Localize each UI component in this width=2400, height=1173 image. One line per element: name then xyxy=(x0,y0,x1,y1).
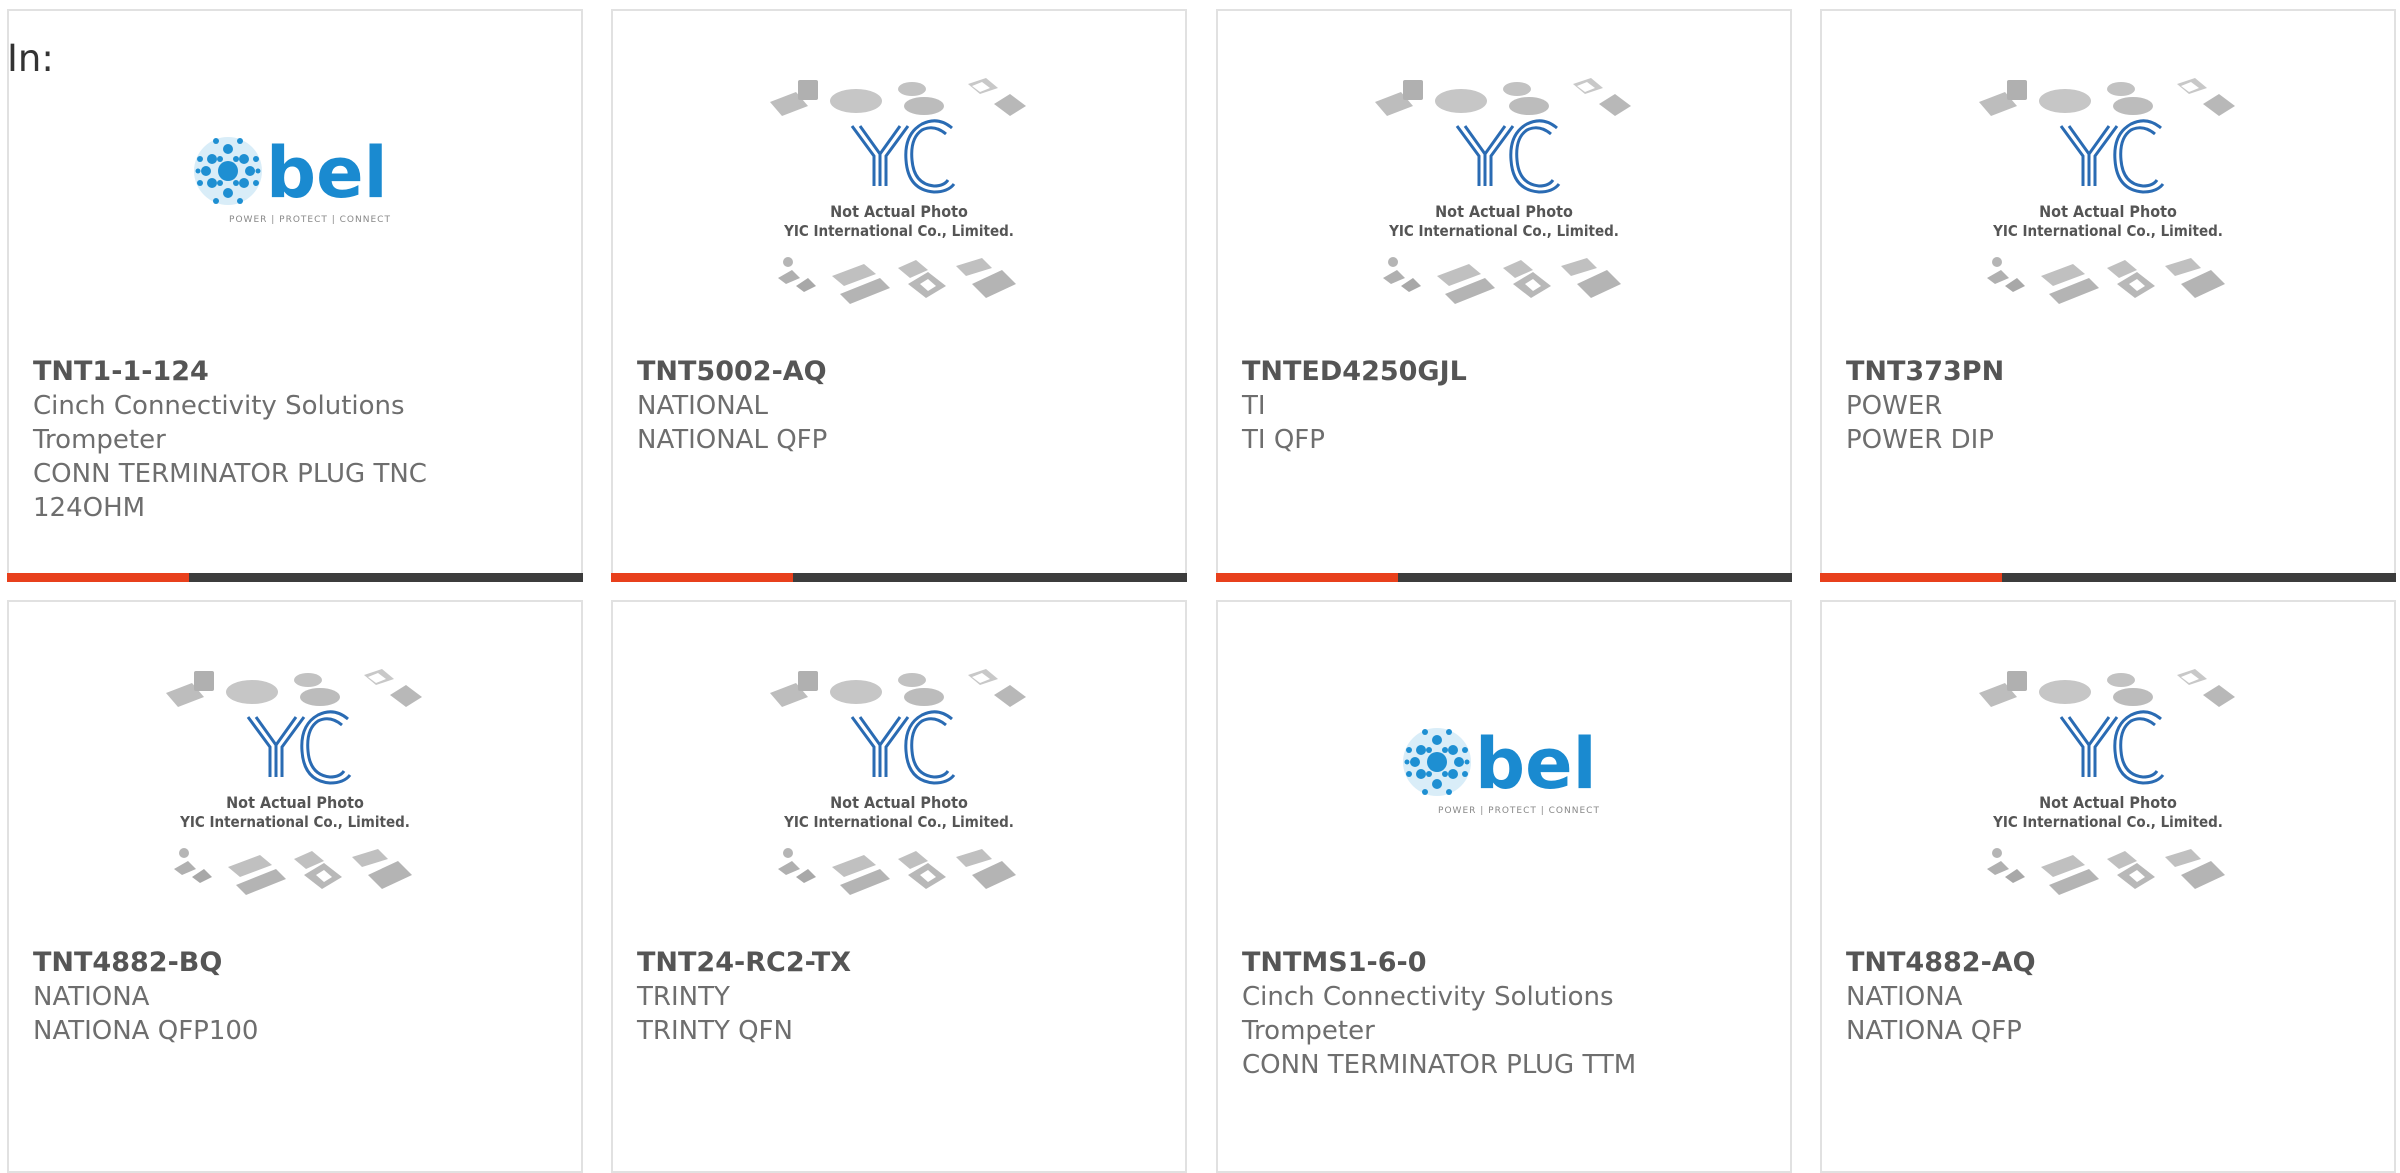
bel-logo-image: bel POWER | PROTECT | CONNECT xyxy=(192,132,391,225)
description-text: 124OHM xyxy=(33,493,146,523)
description-text: CONN TERMINATOR PLUG TTM xyxy=(1242,1050,1637,1080)
product-card[interactable]: bel POWER | PROTECT | CONNECT TNTMS1-6-0… xyxy=(1216,600,1792,1173)
product-image[interactable]: bel POWER | PROTECT | CONNECT xyxy=(9,11,581,361)
product-card[interactable]: Not Actual Photo YIC International Co., … xyxy=(1820,9,2396,582)
product-image[interactable]: Not Actual Photo YIC International Co., … xyxy=(1822,602,2394,952)
not-actual-photo-image: Not Actual Photo YIC International Co., … xyxy=(166,668,422,895)
not-actual-photo-image: Not Actual Photo YIC International Co., … xyxy=(770,668,1026,895)
manufacturer-text: NATIONA xyxy=(33,982,150,1012)
product-info: TNT373PN POWER POWER DIP xyxy=(1846,355,2374,457)
product-image[interactable]: Not Actual Photo YIC International Co., … xyxy=(613,11,1185,361)
product-card[interactable]: Not Actual Photo YIC International Co., … xyxy=(7,600,583,1173)
product-image[interactable]: Not Actual Photo YIC International Co., … xyxy=(1218,11,1790,361)
bel-wordmark: bel xyxy=(266,132,388,214)
bel-globe-icon xyxy=(1401,726,1473,798)
not-actual-photo-text: Not Actual Photo xyxy=(2039,793,2177,812)
not-actual-photo-image: Not Actual Photo YIC International Co., … xyxy=(1979,77,2235,304)
description-text: Trompeter xyxy=(33,425,166,455)
manufacturer-text: TI xyxy=(1242,391,1266,421)
product-image[interactable]: Not Actual Photo YIC International Co., … xyxy=(1822,11,2394,361)
card-accent-bar xyxy=(1216,573,1398,582)
yic-logo-icon xyxy=(1455,118,1561,194)
bel-logo-image: bel POWER | PROTECT | CONNECT xyxy=(1401,723,1600,816)
card-bottom-bar xyxy=(611,573,1187,582)
product-image[interactable]: bel POWER | PROTECT | CONNECT xyxy=(1218,602,1790,952)
manufacturer-text: Cinch Connectivity Solutions xyxy=(33,391,405,421)
in-label: In: xyxy=(7,37,54,80)
manufacturer-text: TRINTY xyxy=(637,982,730,1012)
part-number-link[interactable]: TNT1-1-124 xyxy=(33,355,561,389)
card-bottom-bar xyxy=(1216,573,1792,582)
not-actual-photo-text: Not Actual Photo xyxy=(1435,202,1573,221)
product-info: TNT4882-BQ NATIONA NATIONA QFP100 xyxy=(33,946,561,1048)
description-text: NATIONA QFP xyxy=(1846,1016,2022,1046)
not-actual-photo-text: Not Actual Photo xyxy=(226,793,364,812)
yic-logo-icon xyxy=(246,709,352,785)
product-image[interactable]: Not Actual Photo YIC International Co., … xyxy=(9,602,581,952)
bel-tagline: POWER | PROTECT | CONNECT xyxy=(1438,806,1600,816)
not-actual-photo-image: Not Actual Photo YIC International Co., … xyxy=(770,77,1026,304)
product-info: TNT24-RC2-TX TRINTY TRINTY QFN xyxy=(637,946,1165,1048)
description-text: POWER DIP xyxy=(1846,425,1994,455)
yic-company-text: YIC International Co., Limited. xyxy=(1388,222,1619,240)
part-number-link[interactable]: TNT373PN xyxy=(1846,355,2374,389)
yic-logo-icon xyxy=(850,709,956,785)
description-text: NATIONA QFP100 xyxy=(33,1016,259,1046)
not-actual-photo-image: Not Actual Photo YIC International Co., … xyxy=(1375,77,1631,304)
product-image[interactable]: Not Actual Photo YIC International Co., … xyxy=(613,602,1185,952)
yic-logo-icon xyxy=(2059,709,2165,785)
manufacturer-text: NATIONA xyxy=(1846,982,1963,1012)
yic-logo-icon xyxy=(2059,118,2165,194)
product-card[interactable]: Not Actual Photo YIC International Co., … xyxy=(1216,9,1792,582)
manufacturer-text: NATIONAL xyxy=(637,391,768,421)
manufacturer-text: POWER xyxy=(1846,391,1943,421)
bel-wordmark: bel xyxy=(1475,723,1597,805)
product-card[interactable]: Not Actual Photo YIC International Co., … xyxy=(611,9,1187,582)
card-bottom-bar xyxy=(1820,573,2396,582)
card-bottom-bar xyxy=(7,573,583,582)
product-info: TNT5002-AQ NATIONAL NATIONAL QFP xyxy=(637,355,1165,457)
not-actual-photo-text: Not Actual Photo xyxy=(830,793,968,812)
description-text: TI QFP xyxy=(1242,425,1325,455)
yic-company-text: YIC International Co., Limited. xyxy=(179,813,410,831)
yic-company-text: YIC International Co., Limited. xyxy=(783,813,1014,831)
product-card[interactable]: bel POWER | PROTECT | CONNECT TNT1-1-124… xyxy=(7,9,583,582)
card-accent-bar xyxy=(7,573,189,582)
description-text: CONN TERMINATOR PLUG TNC xyxy=(33,459,427,489)
part-number-link[interactable]: TNTMS1-6-0 xyxy=(1242,946,1770,980)
part-number-link[interactable]: TNT4882-AQ xyxy=(1846,946,2374,980)
description-text: TRINTY QFN xyxy=(637,1016,793,1046)
bel-tagline: POWER | PROTECT | CONNECT xyxy=(229,215,391,225)
part-number-link[interactable]: TNTED4250GJL xyxy=(1242,355,1770,389)
part-number-link[interactable]: TNT5002-AQ xyxy=(637,355,1165,389)
not-actual-photo-image: Not Actual Photo YIC International Co., … xyxy=(1979,668,2235,895)
card-accent-bar xyxy=(1820,573,2002,582)
manufacturer-text: Cinch Connectivity Solutions xyxy=(1242,982,1614,1012)
product-info: TNT1-1-124 Cinch Connectivity Solutions Tr… xyxy=(33,355,561,525)
part-number-link[interactable]: TNT24-RC2-TX xyxy=(637,946,1165,980)
not-actual-photo-text: Not Actual Photo xyxy=(2039,202,2177,221)
description-text: Trompeter xyxy=(1242,1016,1375,1046)
description-text: NATIONAL QFP xyxy=(637,425,828,455)
yic-logo-icon xyxy=(850,118,956,194)
product-info: TNTMS1-6-0 Cinch Connectivity Solutions Tr… xyxy=(1242,946,1770,1082)
product-card[interactable]: Not Actual Photo YIC International Co., … xyxy=(611,600,1187,1173)
yic-company-text: YIC International Co., Limited. xyxy=(1992,813,2223,831)
part-number-link[interactable]: TNT4882-BQ xyxy=(33,946,561,980)
product-info: TNT4882-AQ NATIONA NATIONA QFP xyxy=(1846,946,2374,1048)
not-actual-photo-text: Not Actual Photo xyxy=(830,202,968,221)
yic-company-text: YIC International Co., Limited. xyxy=(783,222,1014,240)
product-card[interactable]: Not Actual Photo YIC International Co., … xyxy=(1820,600,2396,1173)
card-accent-bar xyxy=(611,573,793,582)
bel-globe-icon xyxy=(192,135,264,207)
yic-company-text: YIC International Co., Limited. xyxy=(1992,222,2223,240)
product-info: TNTED4250GJL TI TI QFP xyxy=(1242,355,1770,457)
